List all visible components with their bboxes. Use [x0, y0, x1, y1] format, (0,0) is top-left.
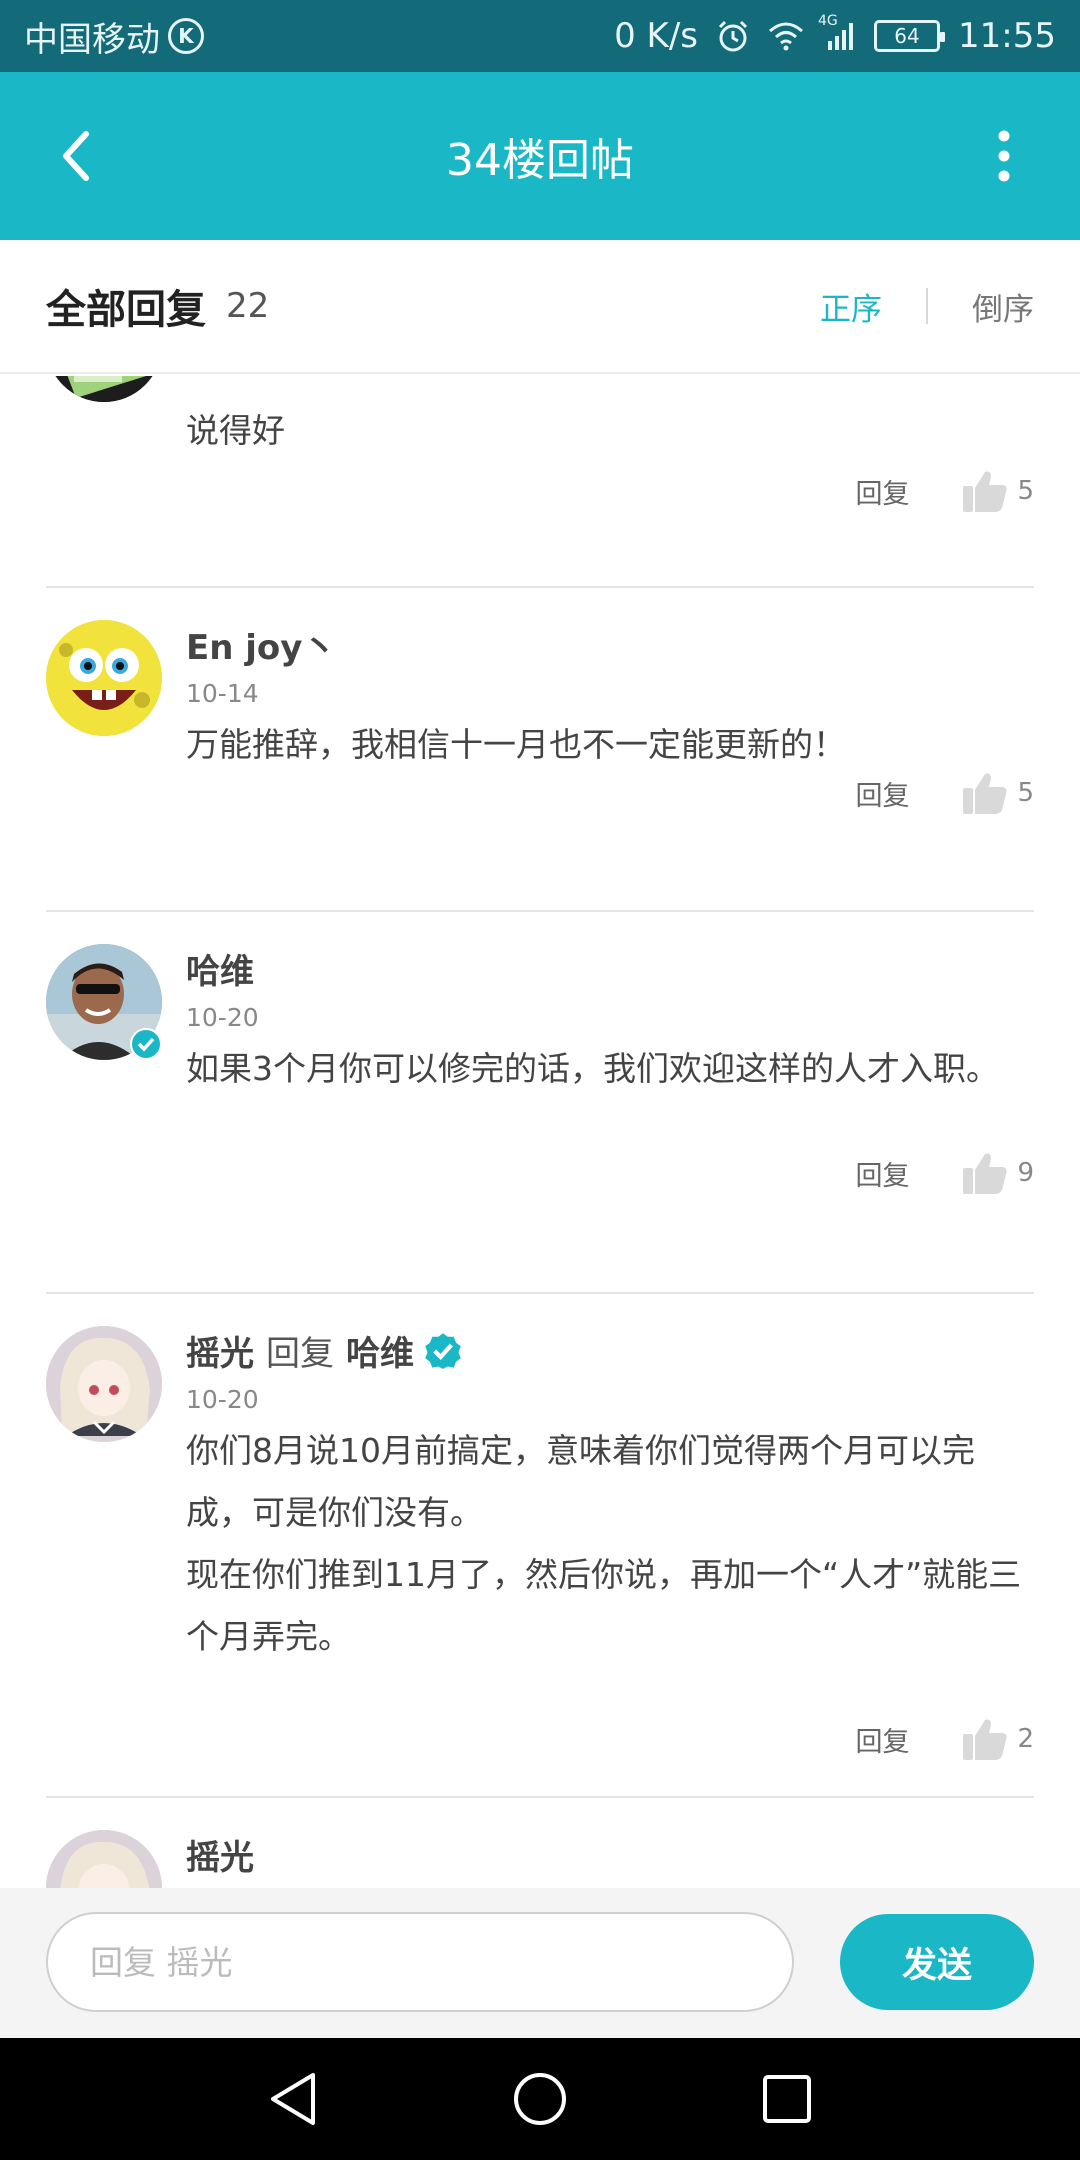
nav-recents-button[interactable] [747, 2059, 827, 2139]
comment-text: 如果3个月你可以修完的话，我们欢迎这样的人才入职。 [186, 1049, 999, 1088]
avatar[interactable] [46, 620, 162, 736]
reply-indicator: 回复 [266, 1334, 334, 1374]
clock: 11:55 [958, 16, 1056, 56]
nav-back-button[interactable] [253, 2059, 333, 2139]
battery-icon: 64 [874, 20, 946, 52]
comment-divider [46, 1292, 1034, 1294]
comment-author[interactable]: 摇光 [186, 1830, 1034, 1879]
comment-item: 摇光 [46, 1830, 1034, 1888]
more-vertical-icon [998, 130, 1010, 182]
comment-actions: 回复 5 [855, 468, 1034, 514]
avatar[interactable] [46, 1830, 162, 1888]
more-options-button[interactable] [968, 120, 1040, 192]
net-speed: 0 K/s [614, 16, 699, 56]
replies-header: 全部回复 22 正序 倒序 [0, 240, 1080, 374]
like-count: 2 [1017, 1724, 1034, 1754]
comment-date: 10-20 [186, 1003, 259, 1032]
comment-item: 摇光 回复 哈维 10-20 你们8月说10月前搞定，意味着你们觉得两个月可以完… [46, 1326, 1034, 1806]
comment-date: 10-20 [186, 1385, 259, 1414]
reply-button[interactable]: 回复 [855, 472, 909, 511]
verified-badge-icon [130, 1028, 162, 1060]
author-name[interactable]: 摇光 [186, 1830, 254, 1879]
reply-button[interactable]: 回复 [855, 1720, 909, 1759]
sort-toggle: 正序 倒序 [820, 284, 1034, 329]
reply-count: 22 [226, 286, 270, 326]
send-button[interactable]: 发送 [840, 1914, 1034, 2010]
like-button[interactable]: 9 [961, 1150, 1034, 1196]
like-count: 5 [1017, 476, 1034, 506]
page-title: 34楼回帖 [446, 135, 634, 186]
alarm-icon [716, 19, 750, 53]
triangle-back-icon [271, 2073, 316, 2125]
avatar[interactable] [46, 376, 162, 402]
square-recents-icon [762, 2075, 811, 2123]
cellular-signal-icon: 4G [818, 13, 856, 51]
author-name[interactable]: 摇光 [186, 1326, 254, 1375]
comment-actions: 回复 2 [855, 1716, 1034, 1762]
like-button[interactable]: 2 [961, 1716, 1034, 1762]
sort-divider [926, 288, 928, 324]
thumbs-up-icon [963, 471, 1008, 512]
back-arrow-icon [63, 131, 89, 181]
comment-text: 说得好 [186, 411, 285, 450]
status-right: 0 K/s 4G 64 11:55 [614, 13, 1056, 56]
sort-descending-button[interactable]: 倒序 [972, 284, 1034, 329]
reply-button[interactable]: 回复 [855, 774, 909, 813]
carrier-badge-icon: K [168, 18, 204, 54]
like-button[interactable]: 5 [961, 770, 1034, 816]
back-button[interactable] [40, 120, 112, 192]
comment-text-line: 现在你们推到11月了，然后你说，再加一个“人才”就能三个月弄完。 [186, 1555, 1022, 1656]
signal-label: 4G [818, 13, 838, 29]
comment-item: 哈维 10-20 如果3个月你可以修完的话，我们欢迎这样的人才入职。 回复 9 [46, 944, 1034, 1264]
comment-actions: 回复 5 [855, 770, 1034, 816]
like-count: 9 [1017, 1158, 1034, 1188]
verified-badge-icon [425, 1332, 461, 1369]
title-bar: 34楼回帖 [0, 72, 1080, 240]
circle-home-icon [513, 2073, 566, 2125]
thumbs-up-icon [963, 773, 1008, 814]
comment-divider [46, 910, 1034, 912]
comment-author[interactable]: 哈维 [186, 944, 1034, 993]
reply-button[interactable]: 回复 [855, 1154, 909, 1193]
comment-body: 摇光 回复 哈维 10-20 你们8月说10月前搞定，意味着你们觉得两个月可以完… [186, 1326, 1034, 1668]
section-title: 全部回复 [46, 287, 206, 333]
comment-body: 哈维 10-20 如果3个月你可以修完的话，我们欢迎这样的人才入职。 [186, 944, 1034, 1100]
reply-to-name[interactable]: 哈维 [346, 1326, 414, 1375]
like-count: 5 [1017, 778, 1034, 808]
comment-author: 摇光 回复 哈维 [186, 1326, 1034, 1375]
wifi-icon [768, 21, 804, 51]
reply-input[interactable] [46, 1912, 794, 2012]
comment-text: 万能推辞，我相信十一月也不一定能更新的！ [186, 725, 846, 764]
comment-list[interactable]: 说得好 回复 5 En joy丶 10-14 万能推辞，我相信十一月也不一定能更… [0, 376, 1080, 1888]
comment-divider [46, 586, 1034, 588]
comment-body: En joy丶 10-14 万能推辞，我相信十一月也不一定能更新的！ [186, 620, 1034, 776]
comment-item: 说得好 回复 5 [46, 376, 1034, 512]
sort-ascending-button[interactable]: 正序 [820, 284, 882, 329]
status-bar: 中国移动 K 0 K/s 4G 64 11:55 [0, 0, 1080, 72]
comment-text: 你们8月说10月前搞定，意味着你们觉得两个月可以完成，可是你们没有。 现在你们推… [186, 1420, 1034, 1668]
carrier-name: 中国移动 [24, 19, 160, 60]
reply-bar: 发送 [0, 1888, 1080, 2038]
comment-divider [46, 1796, 1034, 1798]
like-button[interactable]: 5 [961, 468, 1034, 514]
comment-body: 说得好 [186, 394, 1034, 462]
nav-home-button[interactable] [500, 2059, 580, 2139]
comment-body: 摇光 [186, 1830, 1034, 1879]
comment-author[interactable]: En joy丶 [186, 620, 1034, 669]
comment-date: 10-14 [186, 679, 259, 708]
thumbs-up-icon [963, 1153, 1008, 1194]
comment-text-line: 你们8月说10月前搞定，意味着你们觉得两个月可以完成，可是你们没有。 [186, 1431, 975, 1532]
status-left: 中国移动 K [24, 12, 204, 61]
thumbs-up-icon [963, 1719, 1008, 1760]
author-name[interactable]: En joy丶 [186, 620, 336, 669]
comment-item: En joy丶 10-14 万能推辞，我相信十一月也不一定能更新的！ 回复 5 [46, 620, 1034, 900]
author-name[interactable]: 哈维 [186, 944, 254, 993]
system-nav-bar [0, 2038, 1080, 2160]
comment-actions: 回复 9 [855, 1150, 1034, 1196]
avatar[interactable] [46, 1326, 162, 1442]
